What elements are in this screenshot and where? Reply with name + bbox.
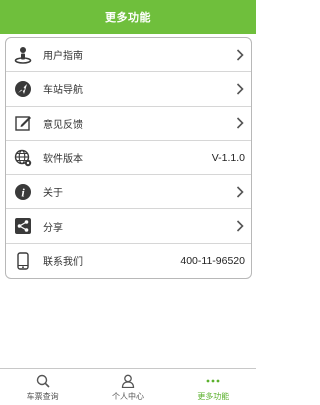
menu-item-station-navigation[interactable]: 车站导航: [6, 72, 251, 107]
more-icon: [205, 373, 221, 389]
share-icon: [13, 216, 33, 236]
menu-item-feedback[interactable]: 意见反馈: [6, 107, 251, 141]
info-icon: i: [13, 182, 33, 202]
menu-item-about[interactable]: i 关于: [6, 175, 251, 210]
menu-item-contact-us[interactable]: 联系我们 400-11-96520: [6, 244, 251, 278]
chevron-right-icon: [235, 185, 245, 199]
menu-item-label: 关于: [43, 188, 63, 200]
phone-icon: [13, 251, 33, 271]
globe-icon: [13, 148, 33, 168]
menu-item-label: 车站导航: [43, 85, 83, 97]
menu-item-share[interactable]: 分享: [6, 209, 251, 244]
user-guide-icon: [13, 45, 33, 65]
chevron-right-icon: [235, 116, 245, 130]
menu-item-user-guide[interactable]: 用户指南: [6, 38, 251, 73]
chevron-right-icon: [235, 48, 245, 62]
chevron-right-icon: [235, 219, 245, 233]
tab-label: 更多功能: [197, 392, 230, 401]
menu-item-label: 软件版本: [43, 154, 83, 166]
menu-item-software-version: 软件版本 V-1.1.0: [6, 141, 251, 176]
chevron-right-icon: [235, 82, 245, 96]
menu-item-label: 分享: [43, 222, 63, 234]
tab-label: 车票查询: [26, 392, 59, 401]
version-value: V-1.1.0: [211, 151, 245, 164]
page-title: 更多功能: [105, 11, 151, 24]
title-bar: 更多功能: [0, 0, 256, 34]
tab-label: 个人中心: [111, 392, 144, 401]
search-icon: [35, 373, 51, 389]
menu-item-label: 意见反馈: [43, 119, 83, 131]
contact-phone-value[interactable]: 400-11-96520: [180, 255, 245, 267]
menu-item-label: 联系我们: [43, 257, 83, 269]
station-nav-icon: [13, 79, 33, 99]
menu-item-label: 用户指南: [43, 51, 83, 63]
bottom-tab-bar: 车票查询 个人中心 更多功能: [0, 368, 256, 405]
tab-ticket-search[interactable]: 车票查询: [0, 369, 85, 405]
person-icon: [120, 373, 136, 389]
more-functions-menu: 用户指南 车站导航 意见反馈 软件版本 V-1.1.0 i 关于 分享 联系我们…: [5, 37, 252, 279]
tab-personal-center[interactable]: 个人中心: [85, 369, 170, 405]
tab-more-functions[interactable]: 更多功能: [171, 369, 256, 405]
feedback-icon: [13, 113, 33, 133]
